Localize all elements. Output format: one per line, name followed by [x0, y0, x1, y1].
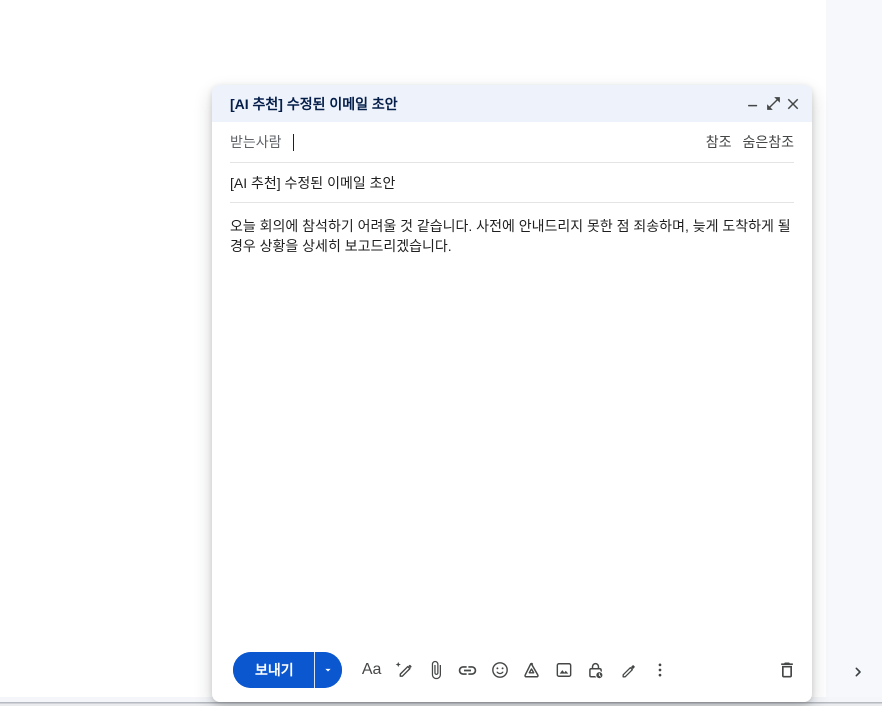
formatting-options-button[interactable]: Aa: [360, 658, 384, 682]
toolbar-icons: Aa: [356, 658, 676, 682]
trash-icon: [777, 660, 797, 680]
open-in-full-icon: [765, 95, 782, 112]
subject-text: [AI 추천] 수정된 이메일 초안: [230, 174, 396, 191]
message-body-editor[interactable]: 오늘 회의에 참석하기 어려울 것 같습니다. 사전에 안내드리지 못한 점 죄…: [212, 203, 812, 638]
drive-icon: [521, 660, 542, 681]
compose-toolbar: 보내기 Aa: [212, 638, 812, 702]
pen-sparkle-icon: [393, 660, 414, 681]
minimize-icon: [744, 95, 762, 113]
image-icon: [554, 660, 574, 680]
discard-draft-button[interactable]: [775, 658, 799, 682]
chevron-right-icon: [850, 664, 866, 680]
paperclip-icon: [426, 660, 446, 680]
send-options-button[interactable]: [313, 652, 342, 688]
fullscreen-button[interactable]: [763, 94, 783, 114]
minimize-button[interactable]: [743, 94, 763, 114]
more-vert-icon: [651, 661, 669, 679]
insert-link-button[interactable]: [456, 658, 480, 682]
format-text-icon: Aa: [361, 661, 382, 678]
side-panel-rail: [826, 0, 882, 706]
more-options-button[interactable]: [648, 658, 672, 682]
compose-window: [AI 추천] 수정된 이메일 초안 받는사람 참조 숨은참조 [AI 추천] …: [212, 85, 812, 702]
subject-field[interactable]: [AI 추천] 수정된 이메일 초안: [230, 163, 794, 203]
gmail-main-area: [AI 추천] 수정된 이메일 초안 받는사람 참조 숨은참조 [AI 추천] …: [0, 0, 882, 706]
insert-emoji-button[interactable]: [488, 658, 512, 682]
caret-down-icon: [321, 663, 335, 677]
signature-pen-icon: [618, 660, 638, 680]
bcc-button[interactable]: 숨은참조: [742, 132, 794, 152]
send-split-button: 보내기: [233, 652, 342, 688]
to-label: 받는사람: [230, 134, 282, 150]
compose-window-title: [AI 추천] 수정된 이메일 초안: [230, 95, 398, 112]
text-cursor: [292, 133, 295, 151]
insert-from-drive-button[interactable]: [520, 658, 544, 682]
close-icon: [784, 95, 802, 113]
help-me-write-button[interactable]: [392, 658, 416, 682]
open-side-panel-button[interactable]: [844, 658, 872, 686]
compose-header[interactable]: [AI 추천] 수정된 이메일 초안: [212, 85, 812, 122]
emoji-icon: [490, 660, 510, 680]
close-button[interactable]: [783, 94, 803, 114]
confidential-mode-button[interactable]: [584, 658, 608, 682]
lock-clock-icon: [585, 660, 606, 681]
cc-button[interactable]: 참조: [706, 132, 732, 152]
insert-photo-button[interactable]: [552, 658, 576, 682]
recipients-field[interactable]: 받는사람 참조 숨은참조: [230, 122, 794, 163]
link-icon: [457, 660, 478, 681]
attach-file-button[interactable]: [424, 658, 448, 682]
send-button[interactable]: 보내기: [233, 652, 314, 688]
insert-signature-button[interactable]: [616, 658, 640, 682]
